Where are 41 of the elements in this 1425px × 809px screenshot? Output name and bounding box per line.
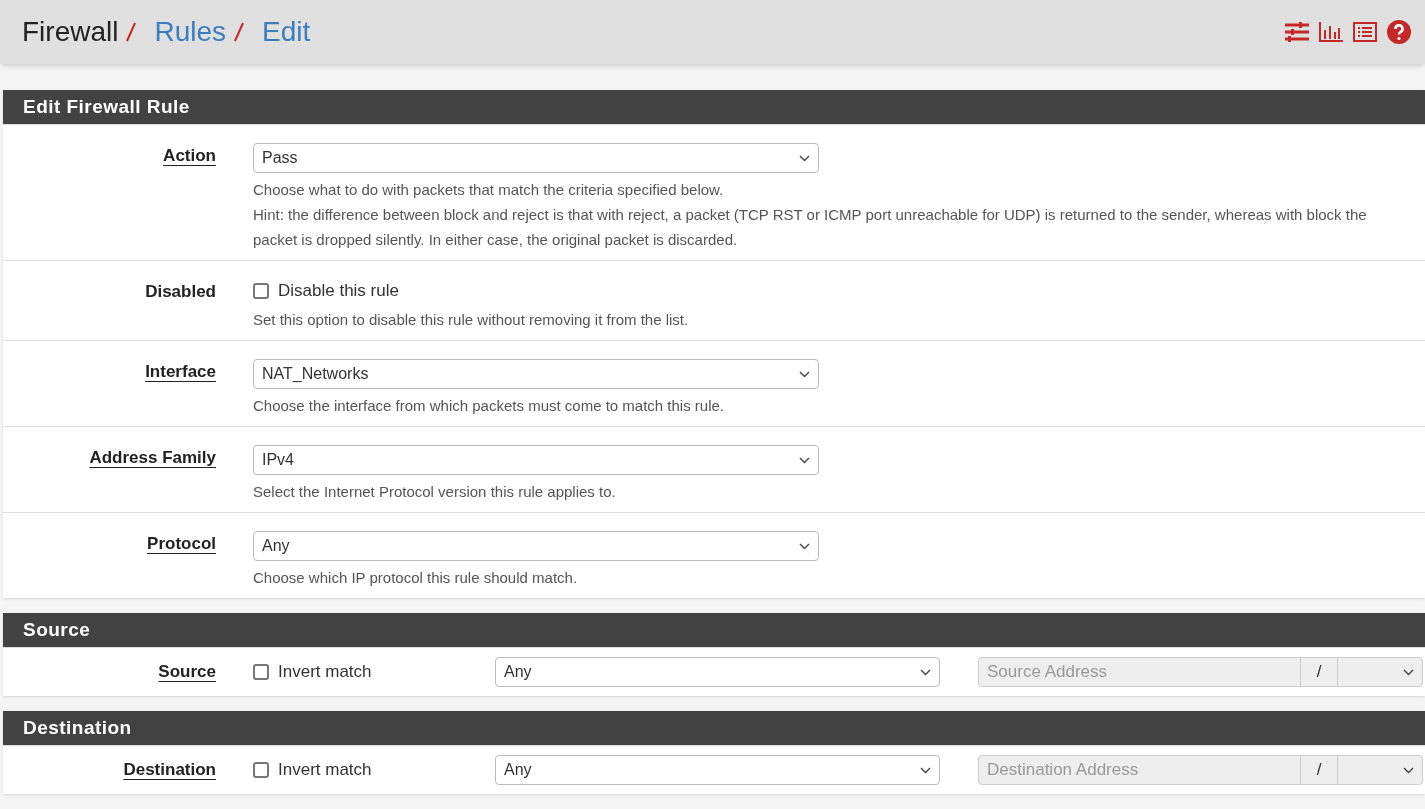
field-label[interactable]: Address Family xyxy=(89,445,216,471)
field-label[interactable]: Interface xyxy=(145,359,216,385)
checkbox-label: Invert match xyxy=(278,759,372,782)
help-text: Choose the interface from which packets must come to match this rule. xyxy=(253,396,726,416)
caret-icon xyxy=(799,456,810,464)
list-icon[interactable] xyxy=(1353,22,1377,42)
checkbox-label: Disable this rule xyxy=(278,280,399,303)
field-label[interactable]: Source xyxy=(158,659,216,685)
panel-heading: Destination xyxy=(3,711,1425,745)
dropdown-select[interactable]: Any xyxy=(253,531,819,561)
dropdown-select[interactable]: Pass xyxy=(253,143,819,173)
slash-icon xyxy=(124,21,139,43)
sliders-icon[interactable] xyxy=(1285,22,1309,42)
caret-icon xyxy=(799,154,810,162)
checkbox[interactable] xyxy=(253,762,269,778)
breadcrumb-text: Firewall xyxy=(22,15,119,49)
field-label[interactable]: Destination xyxy=(123,757,216,783)
help-text: Choose what to do with packets that match the criteria specified below. xyxy=(253,180,725,200)
caret-icon xyxy=(920,668,931,676)
checkbox[interactable] xyxy=(253,664,269,680)
caret-icon xyxy=(799,542,810,550)
field-label[interactable]: Action xyxy=(163,143,216,169)
checkbox-label: Invert match xyxy=(278,661,372,684)
dropdown-select[interactable]: Any xyxy=(495,755,940,785)
panel-heading: Edit Firewall Rule xyxy=(3,90,1425,124)
help-text: Select the Internet Protocol version this rule applies to. xyxy=(253,482,617,502)
help-text: Set this option to disable this rule without removing it from the list. xyxy=(253,310,690,330)
help-text: Hint: the difference between block and reject is that with reject, a packet (TCP RST or ICMP port unreachable for UDP) is returned to the sender, whereas with block the packet is dropped silently. In either case, the original packet is discarded. xyxy=(253,205,1368,250)
caret-icon xyxy=(799,370,810,378)
bar-chart-icon[interactable] xyxy=(1319,22,1343,42)
dropdown-select[interactable]: IPv4 xyxy=(253,445,819,475)
help-icon[interactable] xyxy=(1387,20,1411,44)
checkbox[interactable] xyxy=(253,283,269,299)
dropdown-select[interactable]: Any xyxy=(495,657,940,687)
panel-heading: Source xyxy=(3,613,1425,647)
dropdown-select[interactable]: NAT_Networks xyxy=(253,359,819,389)
help-text: Choose which IP protocol this rule should match. xyxy=(253,568,579,588)
slash-icon xyxy=(232,21,247,43)
field-label: Disabled xyxy=(145,281,216,303)
field-label[interactable]: Protocol xyxy=(147,531,216,557)
caret-icon xyxy=(920,766,931,774)
